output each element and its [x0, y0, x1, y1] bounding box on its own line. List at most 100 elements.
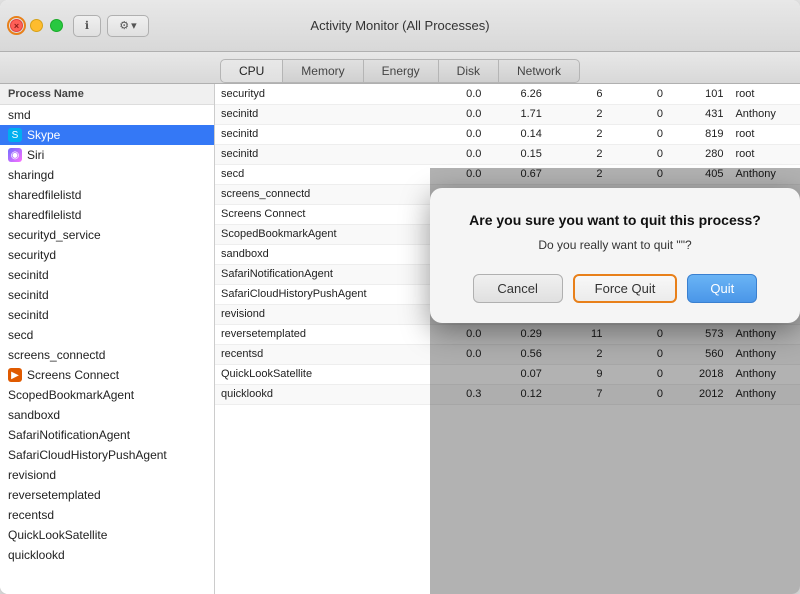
table-cell: 2	[548, 124, 609, 144]
main-content: Process Name smd SSkype◉Siri sharingd share…	[0, 84, 800, 594]
gear-dropdown-icon: ▾	[131, 19, 137, 32]
process-row[interactable]: secinitd	[0, 265, 214, 285]
tab-disk[interactable]: Disk	[439, 59, 499, 83]
close-button[interactable]: ×	[10, 19, 23, 32]
window-title: Activity Monitor (All Processes)	[310, 18, 489, 33]
table-cell: 2	[548, 104, 609, 124]
table-cell: SafariCloudHistoryPushAgent	[215, 284, 427, 304]
traffic-lights: ×	[10, 19, 63, 32]
maximize-button[interactable]	[50, 19, 63, 32]
cancel-button[interactable]: Cancel	[473, 274, 563, 303]
dialog-buttons: Cancel Force Quit Quit	[460, 274, 770, 303]
tab-memory[interactable]: Memory	[283, 59, 363, 83]
process-row[interactable]: sharedfilelistd	[0, 205, 214, 225]
process-row[interactable]: ◉Siri	[0, 145, 214, 165]
table-cell: 0	[608, 104, 669, 124]
table-cell: 0	[608, 124, 669, 144]
table-row[interactable]: secinitd0.00.1520280root	[215, 144, 800, 164]
process-row[interactable]: secd	[0, 325, 214, 345]
process-row[interactable]: QuickLookSatellite	[0, 525, 214, 545]
title-bar: × ℹ ⚙ ▾ Activity Monitor (All Processes)	[0, 0, 800, 52]
dialog-title: Are you sure you want to quit this proce…	[460, 212, 770, 228]
quit-button[interactable]: Quit	[687, 274, 757, 303]
table-cell: quicklookd	[215, 384, 427, 404]
table-cell: 0.0	[427, 144, 488, 164]
process-row[interactable]: ▶Screens Connect	[0, 365, 214, 385]
table-cell: 1.71	[487, 104, 548, 124]
process-name-label: secinitd	[8, 268, 49, 282]
process-row[interactable]: recentsd	[0, 505, 214, 525]
table-cell: 0.0	[427, 84, 488, 104]
tab-bar: CPU Memory Energy Disk Network	[0, 52, 800, 84]
process-list-header: Process Name	[0, 84, 214, 105]
table-cell: 280	[669, 144, 730, 164]
process-row[interactable]: securityd_service	[0, 225, 214, 245]
process-row[interactable]: sandboxd	[0, 405, 214, 425]
table-cell: secinitd	[215, 144, 427, 164]
process-name-label: sharingd	[8, 168, 54, 182]
process-row[interactable]: secinitd	[0, 285, 214, 305]
process-name-label: secd	[8, 328, 33, 342]
table-cell: Anthony	[729, 104, 800, 124]
tab-network[interactable]: Network	[499, 59, 580, 83]
tab-energy[interactable]: Energy	[364, 59, 439, 83]
tab-cpu[interactable]: CPU	[220, 59, 283, 83]
screens-icon: ▶	[8, 368, 22, 382]
toolbar-buttons: ℹ ⚙ ▾	[73, 15, 149, 37]
info-button[interactable]: ℹ	[73, 15, 101, 37]
process-row[interactable]: sharingd	[0, 165, 214, 185]
process-name-label: SafariNotificationAgent	[8, 428, 130, 442]
table-cell: SafariNotificationAgent	[215, 264, 427, 284]
process-row[interactable]: SafariNotificationAgent	[0, 425, 214, 445]
process-name-label: ScopedBookmarkAgent	[8, 388, 134, 402]
quit-dialog: Are you sure you want to quit this proce…	[430, 188, 800, 323]
process-row[interactable]: smd	[0, 105, 214, 125]
table-cell: securityd	[215, 84, 427, 104]
process-row[interactable]: ScopedBookmarkAgent	[0, 385, 214, 405]
siri-icon: ◉	[8, 148, 22, 162]
table-cell: 0.0	[427, 104, 488, 124]
table-cell: QuickLookSatellite	[215, 364, 427, 384]
table-cell: 0	[608, 144, 669, 164]
process-name-label: smd	[8, 108, 31, 122]
dialog-body-prefix: Do you really want to quit "	[538, 238, 680, 252]
minimize-button[interactable]	[30, 19, 43, 32]
process-name-label: revisiond	[8, 468, 56, 482]
table-cell: 101	[669, 84, 730, 104]
table-cell: 431	[669, 104, 730, 124]
table-row[interactable]: secinitd0.01.7120431Anthony	[215, 104, 800, 124]
process-name-label: SafariCloudHistoryPushAgent	[8, 448, 167, 462]
process-name-label: securityd	[8, 248, 56, 262]
process-row[interactable]: screens_connectd	[0, 345, 214, 365]
right-panel: securityd0.06.2660101rootsecinitd0.01.71…	[215, 84, 800, 594]
process-name-label: QuickLookSatellite	[8, 528, 107, 542]
process-row[interactable]: reversetemplated	[0, 485, 214, 505]
table-cell: 6	[548, 84, 609, 104]
table-cell: reversetemplated	[215, 324, 427, 344]
process-row[interactable]: sharedfilelistd	[0, 185, 214, 205]
process-row[interactable]: securityd	[0, 245, 214, 265]
process-list: Process Name smd SSkype◉Siri sharingd share…	[0, 84, 215, 594]
process-row[interactable]: SafariCloudHistoryPushAgent	[0, 445, 214, 465]
table-cell: recentsd	[215, 344, 427, 364]
process-name-label: secinitd	[8, 308, 49, 322]
table-cell: Screens Connect	[215, 204, 427, 224]
table-cell: 819	[669, 124, 730, 144]
skype-icon: S	[8, 128, 22, 142]
table-row[interactable]: secinitd0.00.1420819root	[215, 124, 800, 144]
table-cell: screens_connectd	[215, 184, 427, 204]
process-row[interactable]: revisiond	[0, 465, 214, 485]
table-cell: secd	[215, 164, 427, 184]
table-cell: secinitd	[215, 124, 427, 144]
gear-button[interactable]: ⚙ ▾	[107, 15, 149, 37]
info-icon: ℹ	[85, 19, 89, 32]
process-row[interactable]: SSkype	[0, 125, 214, 145]
table-row[interactable]: securityd0.06.2660101root	[215, 84, 800, 104]
table-cell: 0.15	[487, 144, 548, 164]
process-row[interactable]: secinitd	[0, 305, 214, 325]
process-name-label: sharedfilelistd	[8, 188, 81, 202]
table-cell: 6.26	[487, 84, 548, 104]
force-quit-button[interactable]: Force Quit	[573, 274, 678, 303]
table-cell: sandboxd	[215, 244, 427, 264]
process-row[interactable]: quicklookd	[0, 545, 214, 565]
